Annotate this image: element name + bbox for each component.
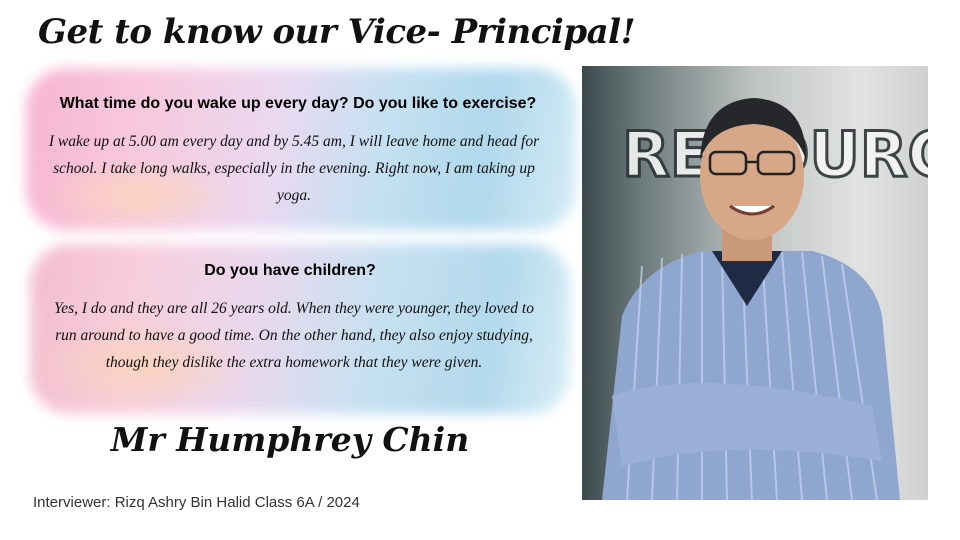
slide-title: Get to know our Vice- Principal! bbox=[38, 12, 636, 52]
question-wake-up: What time do you wake up every day? Do y… bbox=[59, 95, 537, 112]
vice-principal-photo: RESOURCE bbox=[582, 66, 928, 500]
vice-principal-name: Mr Humphrey Chin bbox=[110, 420, 470, 459]
slide: Get to know our Vice- Principal! What ti… bbox=[0, 0, 960, 540]
answer-wake-up: I wake up at 5.00 am every day and by 5.… bbox=[48, 133, 540, 204]
question-children: Do you have children? bbox=[204, 262, 376, 279]
portrait-illustration: RESOURCE bbox=[602, 98, 928, 500]
interviewer-credit: Interviewer: Rizq Ashry Bin Halid Class … bbox=[33, 494, 360, 511]
answer-children: Yes, I do and they are all 26 years old.… bbox=[54, 300, 534, 371]
